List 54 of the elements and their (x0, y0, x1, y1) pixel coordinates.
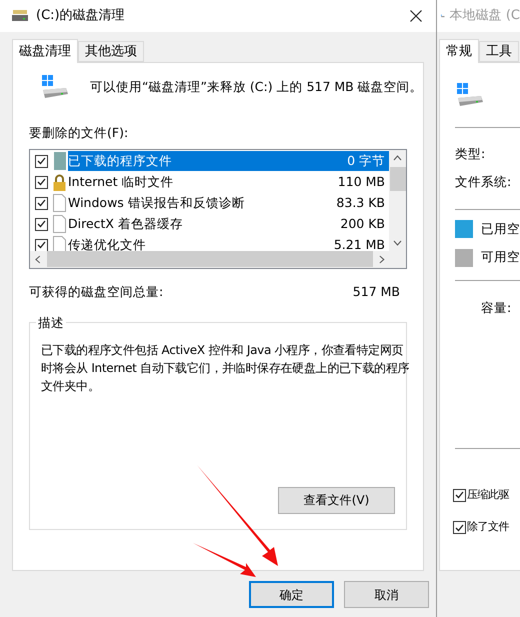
intro-text: 可以使用“磁盘清理”来释放 (C:) 上的 517 MB 磁盘空间。 (90, 78, 423, 96)
document-icon (53, 236, 66, 251)
file-size: 200 KB (340, 214, 385, 233)
option-label: 除了文件 (467, 519, 509, 536)
field-label: 容量: (481, 299, 512, 317)
file-row[interactable]: Windows 错误报告和反馈诊断 83.3 KB (30, 192, 389, 214)
scroll-thumb[interactable] (46, 251, 373, 268)
legend-label: 可用空 (481, 248, 520, 266)
file-name: 传递优化文件 (68, 236, 147, 251)
option-label: 压缩此驱 (467, 486, 509, 503)
field-label: 文件系统: (455, 172, 512, 191)
lock-icon (53, 174, 66, 191)
window-title: (C:)的磁盘清理 (36, 7, 126, 26)
legend-label: 已用空 (481, 220, 520, 238)
checkbox[interactable] (35, 154, 48, 168)
file-name: 已下载的程序文件 (68, 152, 173, 170)
checkbox[interactable] (453, 488, 466, 502)
section-label: 要删除的文件(F): (29, 124, 130, 142)
file-row[interactable]: Internet 临时文件 110 MB (30, 172, 389, 193)
file-name: Windows 错误报告和反馈诊断 (68, 194, 246, 212)
dialog-button[interactable]: 取消 (344, 581, 429, 608)
checkbox[interactable] (35, 218, 48, 231)
tab[interactable]: 其他选项 (78, 41, 144, 62)
drive-icon (455, 82, 485, 108)
file-size: 0 字节 (347, 152, 385, 170)
tab[interactable]: 工具 (479, 41, 519, 62)
file-row[interactable]: DirectX 着色器缓存 200 KB (30, 214, 389, 235)
drive-icon (40, 74, 70, 100)
document-icon (53, 215, 66, 234)
checkbox[interactable] (35, 176, 48, 189)
description-text: 已下载的程序文件包括 ActiveX 控件和 Java 小程序，你查看特定网页时将会从 Internet 自动下载它们，并临时保存在硬盘上的已下载的程序文件夹中。 (41, 342, 410, 394)
horizontal-scrollbar[interactable] (30, 250, 406, 268)
file-name: DirectX 着色器缓存 (68, 214, 184, 233)
view-files-button[interactable]: 查看文件(V) (278, 486, 395, 514)
total-value: 517 MB (352, 282, 400, 301)
tab[interactable]: 磁盘清理 (12, 39, 78, 63)
document-icon (53, 194, 66, 212)
field-label: 类型: (455, 145, 486, 163)
tab[interactable]: 常规 (439, 39, 479, 63)
close-icon[interactable] (410, 10, 422, 22)
file-name: Internet 临时文件 (68, 172, 175, 191)
file-row[interactable]: 传递优化文件 5.21 MB (30, 234, 389, 251)
checkbox[interactable] (35, 196, 48, 210)
drive-icon (12, 10, 28, 22)
dialog-button[interactable]: 确定 (249, 581, 334, 608)
checkbox[interactable] (453, 521, 466, 534)
file-size: 5.21 MB (334, 236, 385, 251)
scroll-thumb[interactable] (390, 166, 406, 191)
file-size: 110 MB (338, 172, 385, 191)
total-label: 可获得的磁盘空间总量: (29, 282, 164, 301)
checkbox[interactable] (35, 238, 48, 251)
file-size: 83.3 KB (336, 194, 385, 212)
window-title: 本地磁盘 (C (450, 7, 520, 26)
vertical-scrollbar[interactable] (389, 150, 406, 251)
